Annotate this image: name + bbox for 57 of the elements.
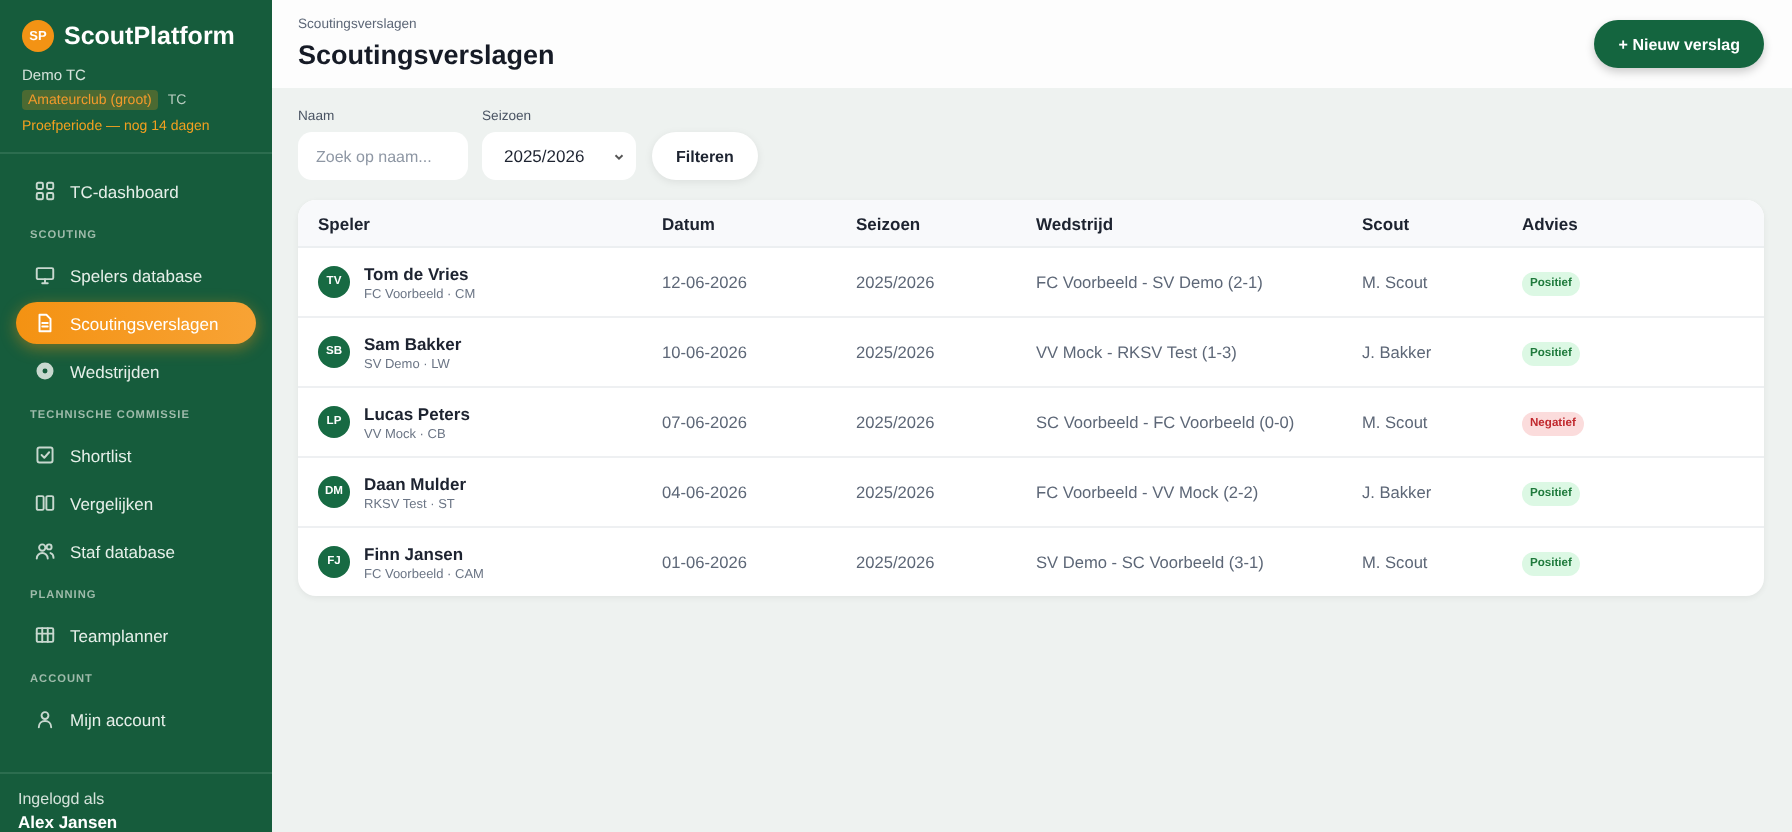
new-report-button[interactable]: + Nieuw verslag <box>1594 20 1764 68</box>
page-title: Scoutingsverslagen <box>298 40 555 70</box>
nav-item[interactable]: Mijn account <box>16 698 256 740</box>
nav-item[interactable]: Spelers database <box>16 254 256 296</box>
document-icon <box>34 312 56 334</box>
column-header: Scout <box>1362 213 1412 233</box>
app-name: ScoutPlatform <box>64 22 235 50</box>
login-caption: Ingelogd als <box>18 790 107 808</box>
table-cell-text: 2025/2026 <box>856 342 937 362</box>
table-cell-text: M. Scout <box>1362 272 1430 292</box>
ball-icon <box>34 360 56 382</box>
nav-item[interactable]: Staf database <box>16 530 256 572</box>
board-icon <box>34 624 56 646</box>
table-cell-text: SV Demo - SC Voorbeeld (3-1) <box>1036 552 1266 572</box>
column-header: Wedstrijd <box>1036 213 1116 233</box>
grid-icon <box>34 180 56 202</box>
table-cell-text: 12-06-2026 <box>662 272 749 292</box>
table-cell-text: 04-06-2026 <box>662 482 749 502</box>
name-search-field[interactable]: Zoek op naam... <box>298 132 468 180</box>
player-name: Sam Bakker <box>364 333 462 353</box>
season-dropdown[interactable]: 2025/2026 <box>482 132 636 180</box>
checkbox-icon <box>34 444 56 466</box>
player-name: Finn Jansen <box>364 543 466 563</box>
table-cell-text: M. Scout <box>1362 552 1430 572</box>
table-cell-text: 10-06-2026 <box>662 342 749 362</box>
columns-icon <box>34 492 56 514</box>
table-cell-text: 2025/2026 <box>856 552 937 572</box>
people-icon <box>34 540 56 562</box>
chevron-down-icon <box>612 149 626 163</box>
player-name: Tom de Vries <box>364 263 471 283</box>
table-cell-text: SC Voorbeeld - FC Voorbeeld (0-0) <box>1036 412 1297 432</box>
nav-item[interactable]: Teamplanner <box>16 614 256 656</box>
column-header: Datum <box>662 213 717 233</box>
table-cell-text: 07-06-2026 <box>662 412 749 432</box>
nav-item[interactable]: Shortlist <box>16 434 256 476</box>
monitor-icon <box>34 264 56 286</box>
column-header: Speler <box>316 213 372 233</box>
filter-button[interactable]: Filteren <box>652 132 758 180</box>
table-cell-text: VV Mock - RKSV Test (1-3) <box>1036 342 1239 362</box>
table-cell-text: 2025/2026 <box>856 412 937 432</box>
table-cell-text: FC Voorbeeld - VV Mock (2-2) <box>1036 482 1261 502</box>
column-header: Advies <box>1522 213 1580 233</box>
table-cell-text: FC Voorbeeld - SV Demo (2-1) <box>1036 272 1265 292</box>
player-name: Daan Mulder <box>364 473 467 493</box>
nav-item[interactable]: TC-dashboard <box>16 170 256 212</box>
column-header: Seizoen <box>856 213 923 233</box>
player-name: Lucas Peters <box>364 403 470 423</box>
table-cell-text: 01-06-2026 <box>662 552 749 572</box>
user-name: Alex Jansen <box>18 812 120 832</box>
table-cell-text: 2025/2026 <box>856 482 937 502</box>
person-icon <box>34 708 56 730</box>
table-cell-text: 2025/2026 <box>856 272 937 292</box>
nav-item[interactable]: Vergelijken <box>16 482 256 524</box>
table-cell-text: M. Scout <box>1362 412 1430 432</box>
table-cell-text: J. Bakker <box>1362 342 1434 362</box>
table-cell-text: J. Bakker <box>1362 482 1434 502</box>
nav-item[interactable]: Wedstrijden <box>16 350 256 392</box>
